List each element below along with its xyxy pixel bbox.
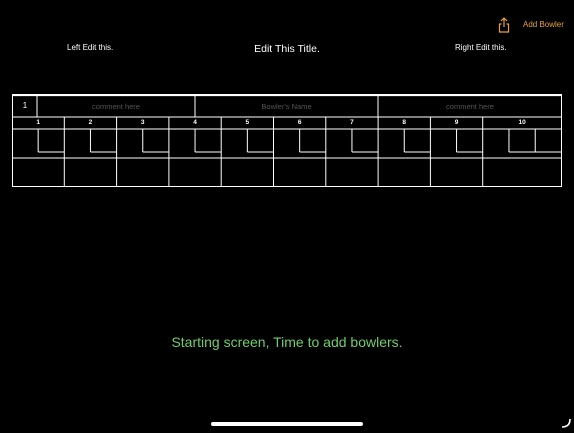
frame-number-9: 9	[454, 119, 459, 126]
frame-number-6: 6	[297, 119, 302, 126]
resize-corner-icon	[561, 415, 571, 428]
frame-number-2: 2	[88, 119, 93, 126]
frame-number-3: 3	[140, 119, 145, 126]
bowler-scoresheet: 1 comment here Bowler's Name comment her…	[12, 94, 562, 187]
frame-number-8: 8	[402, 119, 407, 126]
share-icon[interactable]	[497, 17, 511, 33]
bowler-name-field[interactable]: Bowler's Name	[196, 102, 377, 111]
frame-number-7: 7	[350, 119, 354, 126]
frame-number-1: 1	[36, 119, 40, 126]
frame-number-5: 5	[245, 119, 250, 126]
status-message: Starting screen, Time to add bowlers.	[171, 334, 403, 350]
frame-number-4: 4	[193, 119, 197, 126]
home-indicator	[211, 422, 363, 426]
row-number: 1	[22, 101, 28, 110]
comment-right-field[interactable]: comment here	[379, 102, 561, 111]
comment-left-field[interactable]: comment here	[38, 102, 194, 111]
frame-number-10: 10	[518, 119, 526, 126]
right-header-label[interactable]: Right Edit this.	[455, 43, 507, 52]
add-bowler-button[interactable]: Add Bowler	[523, 20, 564, 29]
